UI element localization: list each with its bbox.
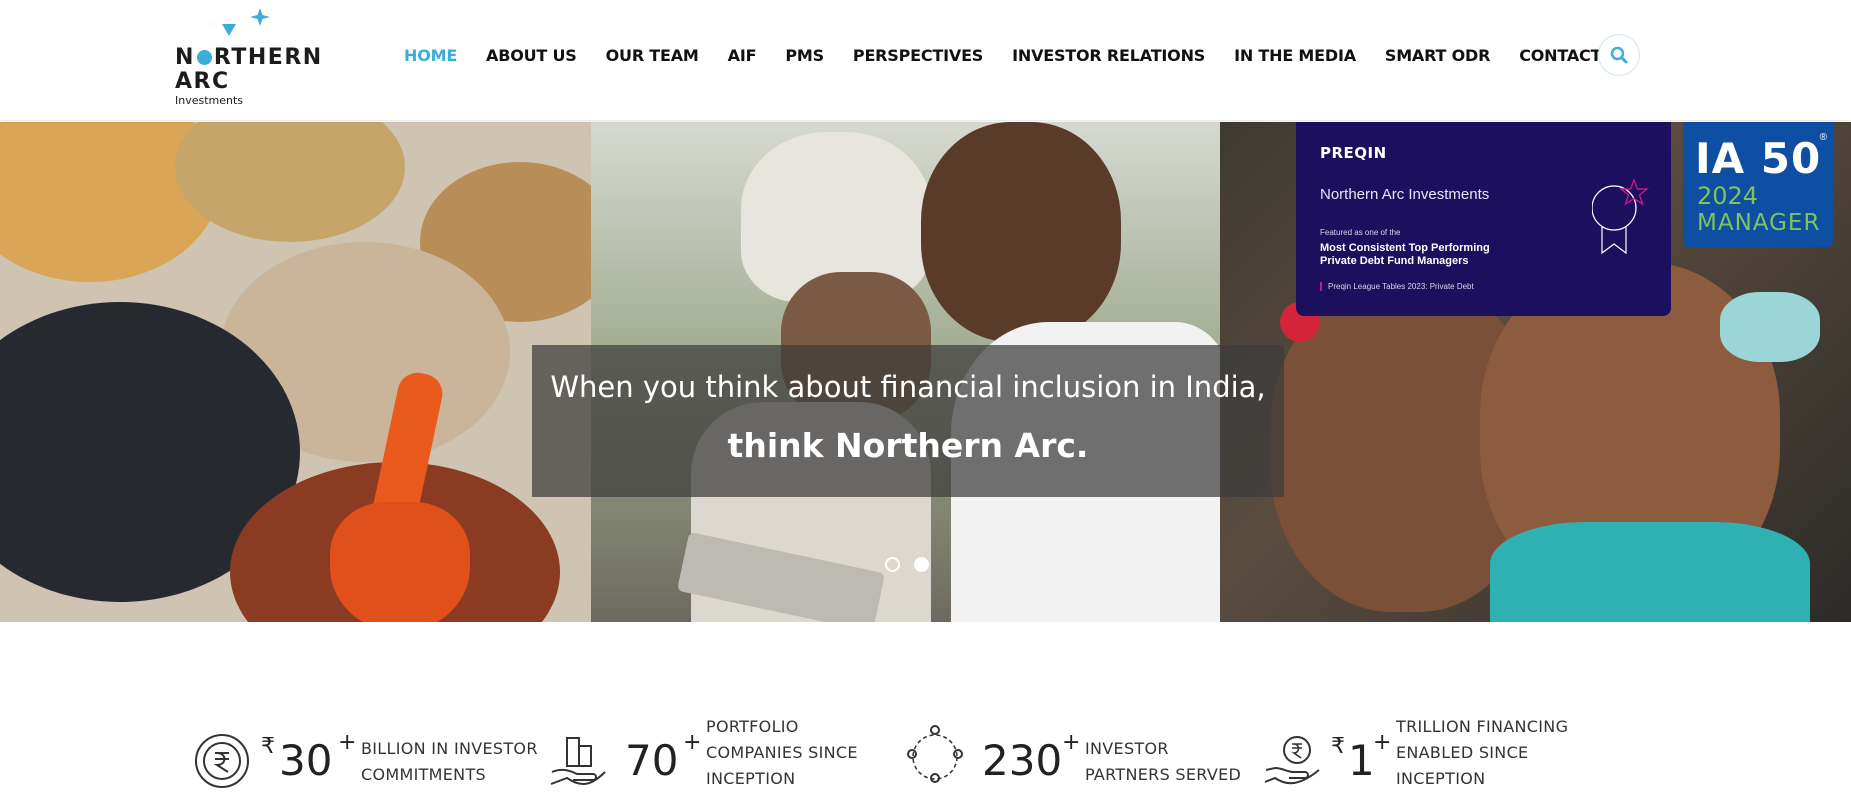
stat-plus: + (338, 730, 357, 755)
stat-plus: + (1062, 730, 1081, 755)
preqin-league-text: Preqin League Tables 2023: Private Debt (1320, 282, 1474, 291)
ia50-label: MANAGER (1697, 210, 1821, 236)
stat-investor-partners: 230 + INVESTOR PARTNERS SERVED (906, 720, 1266, 804)
ia50-registered-mark: ® (1819, 132, 1827, 143)
nav-about-us[interactable]: ABOUT US (486, 46, 577, 65)
nav-investor-relations[interactable]: INVESTOR RELATIONS (1012, 46, 1205, 65)
nav-aif[interactable]: AIF (728, 46, 757, 65)
hero-tagline-line1: When you think about financial inclusion… (550, 370, 1266, 404)
young-man-head (921, 122, 1121, 342)
site-header: N RTHERN ARC Investments HOME ABOUT US OU… (0, 0, 1851, 120)
main-nav: HOME ABOUT US OUR TEAM AIF PMS PERSPECTI… (404, 46, 1660, 65)
stat-label-line2: COMMITMENTS (361, 765, 486, 784)
carousel-dot-1[interactable] (885, 557, 900, 572)
stat-label: TRILLION FINANCING ENABLED SINCE INCEPTI… (1396, 714, 1568, 792)
logo-name: N RTHERN ARC (175, 46, 323, 94)
stat-label-line2: ENABLED SINCE (1396, 743, 1529, 762)
people-network-icon (907, 725, 963, 783)
preqin-award-line2: Private Debt Fund Managers (1320, 255, 1469, 267)
ia50-badge: IA 50 ® 2024 MANAGER (1683, 122, 1833, 247)
preqin-firm-name: Northern Arc Investments (1320, 186, 1490, 203)
hero-carousel: When you think about financial inclusion… (0, 122, 1851, 622)
stat-label-line2: PARTNERS SERVED (1085, 765, 1242, 784)
stat-value: 230 (982, 736, 1063, 785)
nav-perspectives[interactable]: PERSPECTIVES (853, 46, 983, 65)
nav-in-the-media[interactable]: IN THE MEDIA (1234, 46, 1356, 65)
preqin-award-line1: Most Consistent Top Performing (1320, 242, 1490, 254)
preqin-featured-text: Featured as one of the (1320, 228, 1401, 237)
hero-tagline-overlay (532, 345, 1284, 497)
stat-label-line3: INCEPTION (706, 769, 796, 788)
buildings-in-hand-icon (550, 737, 606, 785)
preqin-brand: PREQIN (1320, 144, 1387, 162)
stat-investor-commitments: ₹ 30 + BILLION IN INVESTOR COMMITMENTS (193, 720, 553, 804)
stat-value: 1 (1348, 736, 1375, 785)
stat-label-line1: BILLION IN INVESTOR (361, 739, 538, 758)
logo-word-rthern: RTHERN (213, 45, 323, 70)
stat-label-line1: PORTFOLIO (706, 717, 799, 736)
logo-word-arc: ARC (175, 69, 230, 94)
teal-dress (1490, 522, 1810, 622)
nav-home[interactable]: HOME (404, 46, 457, 65)
stat-label-line1: INVESTOR (1085, 739, 1169, 758)
logo-dot-icon (196, 50, 212, 65)
logo-letter-n: N (175, 45, 195, 70)
search-icon (1610, 46, 1628, 64)
orange-scoop-bowl (330, 502, 470, 622)
nav-pms[interactable]: PMS (785, 46, 824, 65)
hero-tagline-line2: think Northern Arc. (727, 426, 1089, 465)
stat-currency: ₹ (1331, 734, 1345, 759)
preqin-award-badge: PREQIN Northern Arc Investments Featured… (1296, 122, 1671, 316)
carousel-dot-2[interactable] (914, 557, 929, 572)
logo-stars-icon (222, 8, 270, 36)
stat-currency: ₹ (261, 734, 275, 759)
stat-label-line2: COMPANIES SINCE (706, 743, 858, 762)
stat-label-line3: INCEPTION (1396, 769, 1486, 788)
stat-label: PORTFOLIO COMPANIES SINCE INCEPTION (706, 714, 858, 792)
rupee-hand-icon (1264, 736, 1320, 785)
nav-our-team[interactable]: OUR TEAM (606, 46, 699, 65)
hero-image-grain-sacks (0, 122, 591, 622)
logo-subtitle: Investments (175, 94, 244, 107)
stat-trillion-financing: ₹ 1 + TRILLION FINANCING ENABLED SINCE I… (1263, 717, 1643, 804)
stat-portfolio-companies: 70 + PORTFOLIO COMPANIES SINCE INCEPTION (549, 717, 909, 804)
carousel-dots (885, 557, 929, 572)
sack-brown-grain (175, 122, 405, 242)
stat-label: INVESTOR PARTNERS SERVED (1085, 736, 1241, 788)
preqin-award-title: Most Consistent Top Performing Private D… (1320, 242, 1520, 268)
nav-smart-odr[interactable]: SMART ODR (1385, 46, 1491, 65)
ia50-year: 2024 (1697, 182, 1759, 210)
search-button[interactable] (1598, 34, 1640, 76)
stat-value: 70 (625, 736, 679, 785)
stat-plus: + (1373, 730, 1392, 755)
ia50-title: IA 50 (1695, 134, 1822, 183)
medal-star-icon (1592, 178, 1649, 255)
teal-ribbon (1720, 292, 1820, 362)
stat-label: BILLION IN INVESTOR COMMITMENTS (361, 736, 538, 788)
stat-label-line1: TRILLION FINANCING (1396, 717, 1569, 736)
northern-arc-logo[interactable]: N RTHERN ARC Investments (175, 8, 325, 108)
rupee-circle-icon (195, 734, 249, 788)
stat-value: 30 (279, 736, 333, 785)
stat-plus: + (683, 730, 702, 755)
